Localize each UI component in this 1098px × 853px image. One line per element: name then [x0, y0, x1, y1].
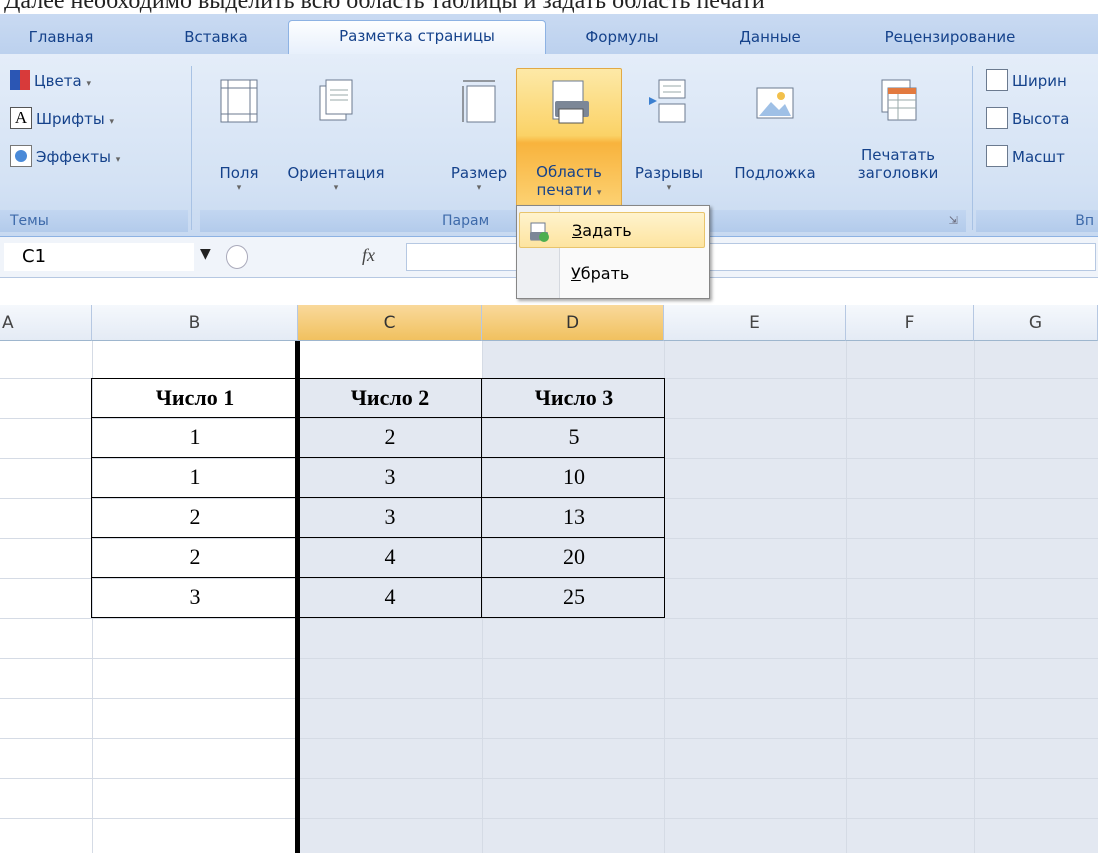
themes-group-label: Темы	[0, 210, 188, 232]
group-separator	[191, 66, 192, 230]
table-cell[interactable]: 3	[298, 504, 482, 530]
column-header-c[interactable]: C	[298, 305, 482, 341]
table-cell[interactable]: 10	[482, 464, 666, 490]
grid-column-line	[846, 341, 847, 853]
ribbon-tab-bar: Главная Вставка Разметка страницы Формул…	[0, 14, 1098, 56]
height-control[interactable]: Высота	[986, 104, 1070, 134]
table-cell[interactable]: 2	[92, 504, 298, 530]
background-button[interactable]: Подложка	[716, 78, 834, 182]
print-area-border	[295, 341, 300, 853]
header-cell[interactable]: Число 3	[482, 385, 666, 411]
table-cell[interactable]: 2	[92, 544, 298, 570]
grid-row-line	[0, 818, 1098, 819]
width-icon	[986, 68, 1008, 91]
fonts-icon: A	[10, 106, 32, 129]
table-cell[interactable]: 3	[298, 464, 482, 490]
menu-item-set-print-area[interactable]: Задать	[519, 212, 705, 248]
grid-row-line	[0, 738, 1098, 739]
header-cell[interactable]: Число 1	[92, 385, 298, 411]
set-print-area-icon	[528, 220, 550, 242]
scale-group-label: Вп	[976, 210, 1098, 232]
tab-formulas[interactable]: Формулы	[560, 22, 684, 54]
height-icon	[986, 106, 1008, 129]
print-area-button[interactable]: Область печати ▾	[516, 68, 622, 218]
table-row: 1 2 5	[91, 418, 665, 458]
column-header-f[interactable]: F	[846, 305, 974, 341]
effects-button[interactable]: Эффекты ▾	[10, 142, 120, 172]
orientation-button[interactable]: Ориентация ▾	[286, 78, 386, 194]
print-titles-icon	[878, 78, 918, 124]
column-header-e[interactable]: E	[664, 305, 846, 341]
tab-review[interactable]: Рецензирование	[850, 22, 1050, 54]
name-box-dropdown-icon[interactable]: ▼	[200, 246, 211, 262]
scale-icon	[986, 144, 1008, 167]
table-cell[interactable]: 20	[482, 544, 666, 570]
table-cell[interactable]: 4	[298, 584, 482, 610]
table-cell[interactable]: 1	[92, 424, 298, 450]
header-cell[interactable]: Число 2	[298, 385, 482, 411]
print-area-icon	[549, 79, 589, 125]
effects-icon	[10, 144, 32, 167]
size-button[interactable]: Размер ▾	[448, 78, 510, 194]
table-row: 1 3 10	[91, 458, 665, 498]
table-cell[interactable]: 1	[92, 464, 298, 490]
tab-home[interactable]: Главная	[6, 22, 116, 54]
scale-group: Ширин Высота Масшт Вп	[976, 64, 1098, 236]
table-cell[interactable]: 3	[92, 584, 298, 610]
column-header-b[interactable]: B	[92, 305, 298, 341]
table-cell[interactable]: 4	[298, 544, 482, 570]
fx-icon[interactable]: fx	[362, 245, 375, 266]
themes-group: Цвета ▾ A Шрифты ▾ Эффекты ▾ Темы	[0, 64, 190, 236]
scale-control[interactable]: Масшт	[986, 142, 1065, 172]
print-titles-button[interactable]: Печатать заголовки	[842, 78, 954, 182]
margins-icon	[219, 78, 259, 124]
margins-button[interactable]: Поля ▾	[208, 78, 270, 194]
document-caption: Далее необходимо выделить всю область та…	[4, 0, 765, 14]
tab-insert[interactable]: Вставка	[156, 22, 276, 54]
grid-row-line	[0, 698, 1098, 699]
breaks-button[interactable]: Разрывы ▾	[624, 78, 714, 194]
dialog-launcher-icon[interactable]: ⇲	[949, 210, 958, 232]
grid-row-line	[0, 658, 1098, 659]
colors-icon	[10, 69, 30, 90]
grid-row-line	[0, 778, 1098, 779]
grid-column-line	[974, 341, 975, 853]
colors-button[interactable]: Цвета ▾	[10, 66, 91, 96]
table-cell[interactable]: 25	[482, 584, 666, 610]
group-separator	[972, 66, 973, 230]
table-cell[interactable]: 13	[482, 504, 666, 530]
background-icon	[755, 78, 795, 124]
size-icon	[459, 78, 499, 124]
column-header-g[interactable]: G	[974, 305, 1098, 341]
grid-row-line	[0, 618, 1098, 619]
width-control[interactable]: Ширин	[986, 66, 1067, 96]
fonts-button[interactable]: A Шрифты ▾	[10, 104, 114, 134]
name-box[interactable]: C1	[4, 243, 194, 271]
table-border	[481, 378, 482, 618]
table-row: 2 4 20	[91, 538, 665, 578]
formula-input[interactable]	[406, 243, 1096, 271]
tab-data[interactable]: Данные	[708, 22, 832, 54]
orientation-icon	[316, 78, 356, 124]
table-row: 2 3 13	[91, 498, 665, 538]
tab-page-layout[interactable]: Разметка страницы	[288, 20, 546, 56]
formula-bar-splitter-icon[interactable]	[226, 245, 248, 269]
print-area-menu: Задать Убрать	[516, 205, 710, 299]
menu-item-clear-print-area[interactable]: Убрать	[519, 256, 705, 292]
column-header-a[interactable]: A	[0, 305, 92, 341]
table-cell[interactable]: 2	[298, 424, 482, 450]
breaks-icon	[649, 78, 689, 124]
table-cell[interactable]: 5	[482, 424, 666, 450]
table-row: 3 4 25	[91, 578, 665, 618]
table-header-row: Число 1 Число 2 Число 3	[91, 378, 665, 418]
column-header-d[interactable]: D	[482, 305, 664, 341]
